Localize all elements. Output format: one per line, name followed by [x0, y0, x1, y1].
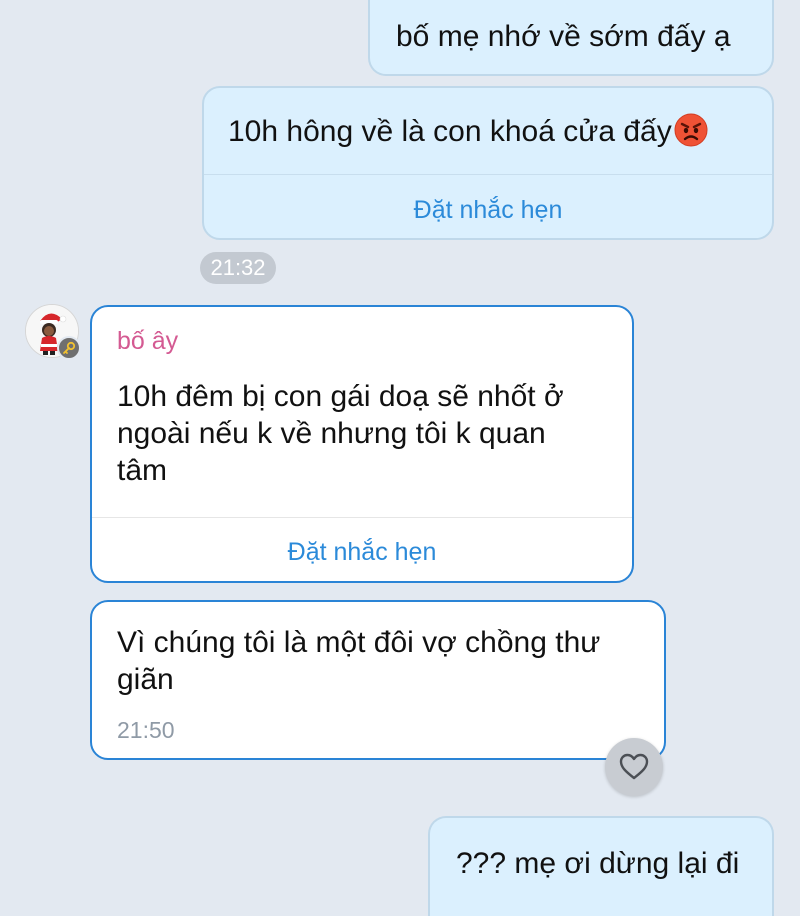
message-text: Vì chúng tôi là một đôi vợ chồng thư giã…	[117, 626, 601, 696]
message-bubble-outgoing[interactable]: ??? mẹ ơi dừng lại đi	[428, 816, 774, 916]
set-reminder-button[interactable]: Đặt nhắc hẹn	[92, 537, 632, 567]
message-text: bố mẹ nhớ về sớm đấy ạ	[396, 20, 731, 53]
message-bubble-outgoing[interactable]: 10h hông về là con khoá cửa đấy Đặt nhắc…	[202, 86, 774, 240]
message-text: 10h hông về là con khoá cửa đấy	[228, 113, 708, 150]
message-bubble-incoming[interactable]: bố ây 10h đêm bị con gái doạ sẽ nhốt ở n…	[90, 305, 634, 583]
message-bubble-outgoing[interactable]: bố mẹ nhớ về sớm đấy ạ	[368, 0, 774, 76]
key-badge-icon	[57, 336, 81, 360]
divider	[204, 174, 772, 175]
time-divider: 21:32	[200, 252, 276, 284]
heart-outline-icon	[619, 753, 649, 780]
message-text: ??? mẹ ơi dừng lại đi	[456, 847, 740, 880]
message-bubble-incoming[interactable]: Vì chúng tôi là một đôi vợ chồng thư giã…	[90, 600, 666, 760]
set-reminder-button[interactable]: Đặt nhắc hẹn	[204, 195, 772, 225]
angry-face-icon	[674, 113, 708, 147]
sender-name: bố ây	[117, 327, 179, 355]
react-button[interactable]	[605, 738, 663, 796]
message-text: 10h đêm bị con gái doạ sẽ nhốt ở ngoài n…	[117, 380, 564, 487]
divider	[92, 517, 632, 518]
message-text-content: 10h hông về là con khoá cửa đấy	[228, 115, 672, 148]
message-time: 21:50	[117, 717, 175, 743]
